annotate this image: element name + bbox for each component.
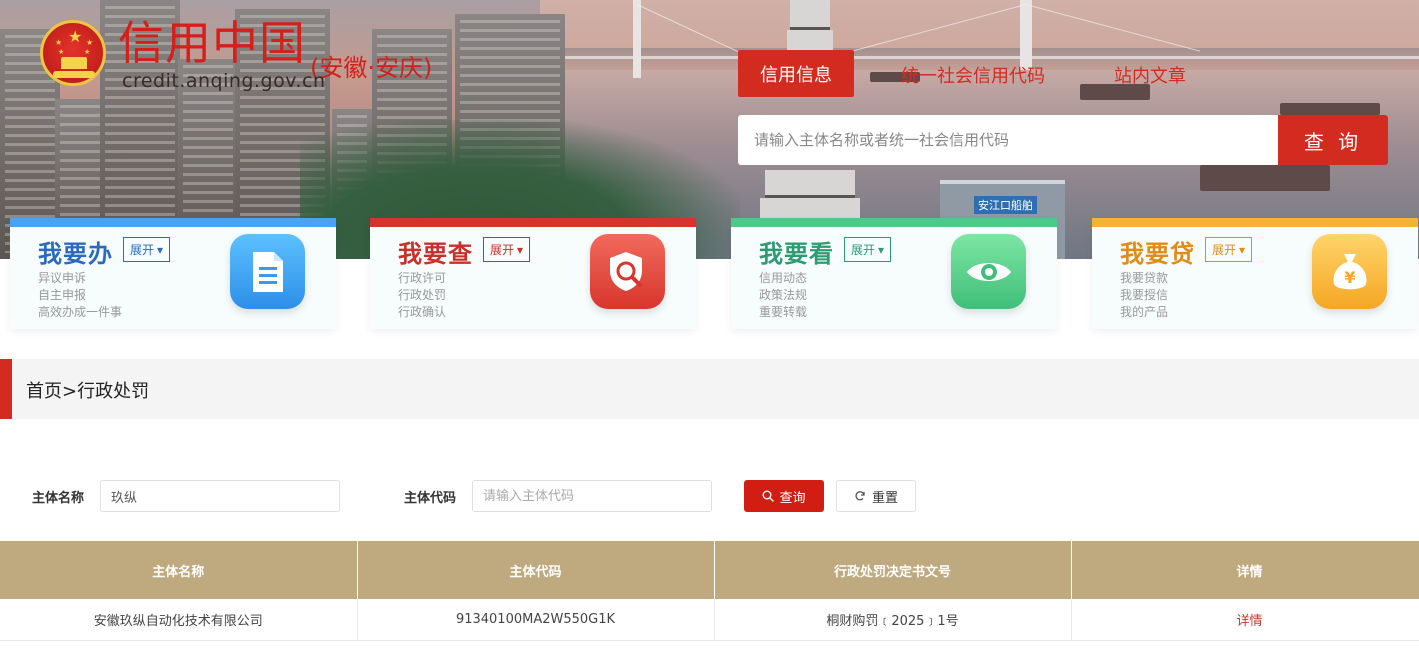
- expand-label: 展开: [130, 243, 155, 257]
- subject-name-label: 主体名称: [32, 491, 85, 506]
- expand-button[interactable]: 展开 ▾: [844, 237, 892, 262]
- search-input[interactable]: [738, 115, 1278, 165]
- card-link[interactable]: 行政确认: [398, 304, 446, 321]
- cell-subject-name: 安徽玖纵自动化技术有限公司: [0, 599, 358, 641]
- card-link[interactable]: 我要贷款: [1120, 270, 1168, 287]
- reset-button[interactable]: 重置: [836, 480, 916, 512]
- nav-item-site-articles[interactable]: 站内文章: [1114, 62, 1186, 88]
- terminal-sign: 安江口船舶: [974, 196, 1037, 214]
- card-title: 我要贷: [1120, 240, 1195, 268]
- table-row: 安徽玖纵自动化技术有限公司 91340100MA2W550G1K 桐财购罚﹝20…: [0, 599, 1419, 641]
- caret-down-icon: ▾: [157, 242, 164, 257]
- card-title: 我要查: [398, 240, 473, 268]
- nav-item-credit-code[interactable]: 统一社会信用代码: [901, 62, 1045, 88]
- money-bag-icon[interactable]: ¥: [1312, 234, 1387, 309]
- site-title[interactable]: 信用中国: [118, 20, 306, 66]
- subject-name-input[interactable]: [100, 480, 340, 512]
- refresh-icon: [855, 491, 865, 501]
- eye-icon[interactable]: [951, 234, 1026, 309]
- search-button[interactable]: 查 询: [1278, 115, 1388, 165]
- card-loan[interactable]: 我要贷 展开 ▾ 我要贷款 我要授信 我的产品 ¥: [1092, 218, 1418, 329]
- card-link[interactable]: 我的产品: [1120, 304, 1168, 321]
- card-link[interactable]: 行政许可: [398, 270, 446, 287]
- national-emblem-icon: ★ ★ ★ ★ ★: [40, 20, 106, 86]
- column-header: 主体名称: [0, 541, 358, 599]
- expand-label: 展开: [490, 243, 515, 257]
- caret-down-icon: ▾: [878, 242, 885, 257]
- breadcrumb-text[interactable]: 首页>行政处罚: [26, 377, 149, 403]
- banner-bridge-pylon: [633, 0, 641, 78]
- expand-label: 展开: [1212, 243, 1237, 257]
- banner-bridge-deck: [560, 56, 1419, 59]
- subject-code-input[interactable]: [472, 480, 712, 512]
- banner-boat: [1200, 165, 1330, 191]
- banner-bridge-pylon: [1020, 0, 1032, 70]
- card-link[interactable]: 高效办成一件事: [38, 304, 122, 321]
- subject-code-label: 主体代码: [404, 491, 457, 506]
- card-link[interactable]: 行政处罚: [398, 287, 446, 304]
- card-link[interactable]: 重要转载: [759, 304, 807, 321]
- card-link[interactable]: 我要授信: [1120, 287, 1168, 304]
- card-link[interactable]: 政策法规: [759, 287, 807, 304]
- card-link[interactable]: 自主申报: [38, 287, 122, 304]
- expand-button[interactable]: 展开 ▾: [123, 237, 171, 262]
- card-links: 异议申诉 自主申报 高效办成一件事: [38, 270, 122, 321]
- card-links: 我要贷款 我要授信 我的产品: [1120, 270, 1168, 321]
- details-link[interactable]: 详情: [1071, 599, 1419, 641]
- query-button-label: 查询: [779, 490, 806, 506]
- breadcrumb-accent: [0, 359, 12, 419]
- card-title: 我要看: [759, 240, 834, 268]
- site-subtitle: (安徽·安庆): [310, 54, 433, 82]
- query-button[interactable]: 查询: [744, 480, 824, 512]
- column-header: 主体代码: [357, 541, 715, 599]
- document-icon[interactable]: [230, 234, 305, 309]
- table-header-row: 主体名称 主体代码 行政处罚决定书文号 详情: [0, 541, 1419, 599]
- search-icon: [762, 490, 775, 502]
- breadcrumb: 首页>行政处罚: [0, 359, 1419, 419]
- column-header: 行政处罚决定书文号: [714, 541, 1072, 599]
- cell-decision-number: 桐财购罚﹝2025﹞1号: [714, 599, 1072, 641]
- card-link[interactable]: 异议申诉: [38, 270, 122, 287]
- card-link[interactable]: 信用动态: [759, 270, 807, 287]
- caret-down-icon: ▾: [517, 242, 524, 257]
- column-header: 详情: [1071, 541, 1419, 599]
- cell-subject-code: 91340100MA2W550G1K: [357, 599, 715, 641]
- card-links: 行政许可 行政处罚 行政确认: [398, 270, 446, 321]
- banner-boat: [1280, 103, 1380, 115]
- results-table: 主体名称 主体代码 行政处罚决定书文号 详情 安徽玖纵自动化技术有限公司 913…: [0, 541, 1419, 641]
- card-title: 我要办: [38, 240, 113, 268]
- card-links: 信用动态 政策法规 重要转载: [759, 270, 807, 321]
- card-inquire[interactable]: 我要查 展开 ▾ 行政许可 行政处罚 行政确认: [370, 218, 696, 329]
- site-url: credit.anqing.gov.cn: [122, 70, 326, 92]
- expand-label: 展开: [851, 243, 876, 257]
- card-handle[interactable]: 我要办 展开 ▾ 异议申诉 自主申报 高效办成一件事: [10, 218, 336, 329]
- expand-button[interactable]: 展开 ▾: [483, 237, 531, 262]
- caret-down-icon: ▾: [1239, 242, 1246, 257]
- nav-item-credit-info[interactable]: 信用信息: [738, 50, 854, 97]
- expand-button[interactable]: 展开 ▾: [1205, 237, 1253, 262]
- card-view[interactable]: 我要看 展开 ▾ 信用动态 政策法规 重要转载: [731, 218, 1057, 329]
- svg-text:¥: ¥: [1344, 268, 1355, 287]
- reset-button-label: 重置: [871, 490, 898, 506]
- shield-search-icon[interactable]: [590, 234, 665, 309]
